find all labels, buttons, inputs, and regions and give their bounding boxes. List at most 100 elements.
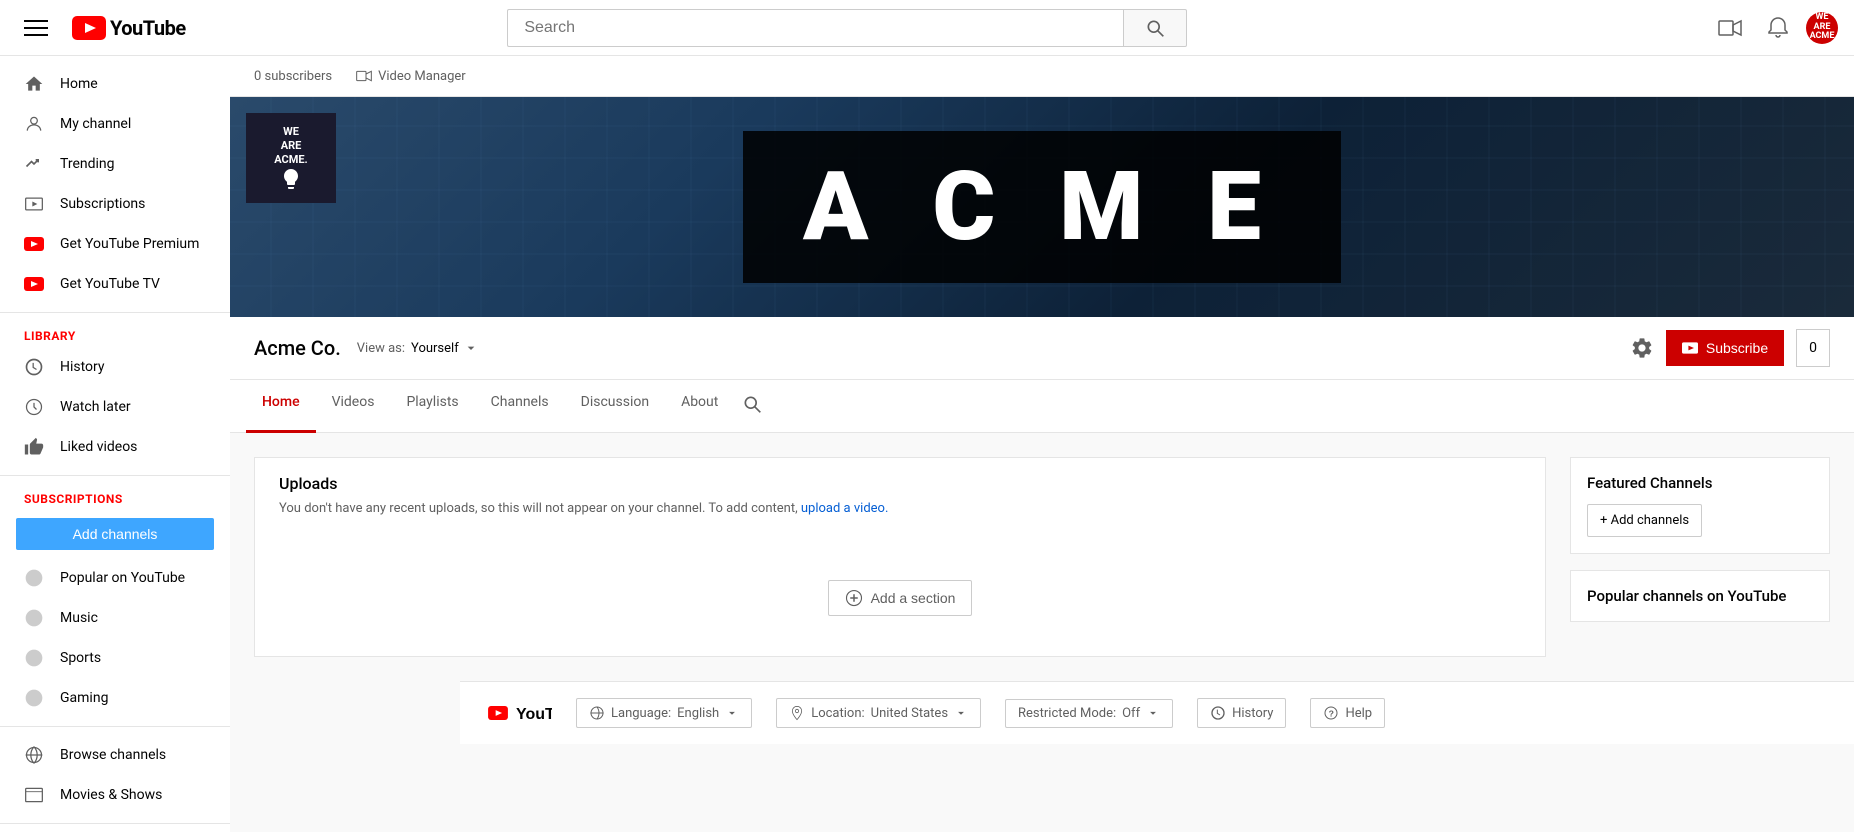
tab-about[interactable]: About bbox=[665, 380, 734, 433]
add-section-button[interactable]: Add a section bbox=[828, 580, 973, 616]
youtube-logo-text: YouTube bbox=[110, 16, 186, 40]
sidebar-yt-premium-label: Get YouTube Premium bbox=[60, 236, 199, 252]
camera-button[interactable] bbox=[1710, 8, 1750, 48]
sidebar-sports-label: Sports bbox=[60, 650, 101, 666]
sidebar-item-sports[interactable]: Sports bbox=[0, 638, 230, 678]
sidebar-item-popular[interactable]: Popular on YouTube bbox=[0, 558, 230, 598]
tab-channels[interactable]: Channels bbox=[475, 380, 565, 433]
clock-icon bbox=[24, 397, 44, 417]
search-bar bbox=[507, 9, 1187, 47]
avatar-button[interactable]: WE AREACME bbox=[1806, 12, 1838, 44]
tab-discussion[interactable]: Discussion bbox=[565, 380, 665, 433]
channel-settings-icon[interactable] bbox=[1630, 336, 1654, 360]
uploads-section: Uploads You don't have any recent upload… bbox=[254, 457, 1546, 657]
footer-location[interactable]: Location: United States bbox=[776, 698, 981, 728]
footer-yt-logo: YouTube bbox=[484, 703, 552, 723]
youtube-logo-icon bbox=[72, 16, 106, 40]
popular-icon bbox=[24, 568, 44, 588]
view-as-select[interactable]: Yourself bbox=[411, 340, 479, 356]
channel-info-bar: Acme Co. View as: Yourself bbox=[230, 317, 1854, 380]
location-label: Location: bbox=[811, 706, 864, 721]
channel-area: 0 subscribers Video Manager WE ARE ACME. bbox=[230, 56, 1854, 681]
search-icon bbox=[1145, 18, 1165, 38]
banner-logo-line2: ARE bbox=[281, 139, 302, 153]
channel-sidebar: Featured Channels + Add channels Popular… bbox=[1570, 457, 1830, 657]
footer-history[interactable]: History bbox=[1197, 698, 1286, 728]
channel-info-left: Acme Co. View as: Yourself bbox=[254, 336, 479, 360]
search-button[interactable] bbox=[1123, 9, 1187, 47]
sidebar-item-my-channel[interactable]: My channel bbox=[0, 104, 230, 144]
channel-header-bar: 0 subscribers Video Manager bbox=[230, 56, 1854, 97]
popular-channels-title: Popular channels on YouTube bbox=[1587, 587, 1813, 605]
sidebar-item-subscriptions[interactable]: Subscriptions bbox=[0, 184, 230, 224]
video-manager-text: Video Manager bbox=[378, 69, 466, 84]
location-chevron-icon bbox=[954, 706, 968, 720]
sidebar-watchlater-label: Watch later bbox=[60, 399, 131, 415]
sidebar-item-home[interactable]: Home bbox=[0, 64, 230, 104]
sidebar-library-section: LIBRARY History Watch later Liked videos bbox=[0, 313, 230, 476]
upload-video-link[interactable]: upload a video. bbox=[801, 501, 889, 516]
sidebar-item-gaming-bottom[interactable]: Gaming bbox=[0, 824, 230, 832]
banner-logo: WE ARE ACME. bbox=[246, 113, 336, 203]
sidebar-item-yt-tv[interactable]: Get YouTube TV bbox=[0, 264, 230, 304]
add-section-icon bbox=[845, 589, 863, 607]
browse-icon bbox=[24, 745, 44, 765]
subscriptions-title: SUBSCRIPTIONS bbox=[0, 484, 230, 510]
sidebar-item-watch-later[interactable]: Watch later bbox=[0, 387, 230, 427]
person-icon bbox=[24, 114, 44, 134]
subscribe-label: Subscribe bbox=[1706, 340, 1768, 356]
search-input[interactable] bbox=[507, 9, 1123, 47]
channel-info-right: Subscribe 0 bbox=[1630, 329, 1830, 367]
channel-name: Acme Co. bbox=[254, 336, 341, 360]
sidebar-trending-label: Trending bbox=[60, 156, 115, 172]
tab-search-icon[interactable] bbox=[734, 380, 770, 432]
channel-banner: WE ARE ACME. A C M E bbox=[230, 97, 1854, 317]
help-footer-label: Help bbox=[1345, 706, 1372, 721]
add-channels-link[interactable]: + Add channels bbox=[1587, 504, 1702, 537]
yt-tv-icon bbox=[24, 274, 44, 294]
home-icon bbox=[24, 74, 44, 94]
popular-channels-box: Popular channels on YouTube bbox=[1570, 570, 1830, 622]
trending-icon bbox=[24, 154, 44, 174]
uploads-empty-message: You don't have any recent uploads, so th… bbox=[279, 501, 798, 516]
add-channels-button[interactable]: Add channels bbox=[16, 518, 214, 550]
youtube-logo[interactable]: YouTube bbox=[72, 16, 186, 40]
menu-button[interactable] bbox=[16, 8, 56, 48]
sidebar-item-music[interactable]: Music bbox=[0, 598, 230, 638]
footer-help[interactable]: ? Help bbox=[1310, 698, 1385, 728]
uploads-empty-text: You don't have any recent uploads, so th… bbox=[279, 501, 1521, 516]
sidebar-history-label: History bbox=[60, 359, 105, 375]
tab-videos[interactable]: Videos bbox=[316, 380, 391, 433]
sidebar-item-browse-channels[interactable]: Browse channels bbox=[0, 735, 230, 775]
help-icon: ? bbox=[1323, 705, 1339, 721]
video-manager-icon bbox=[356, 68, 372, 84]
notifications-button[interactable] bbox=[1758, 8, 1798, 48]
nav-right: WE AREACME bbox=[1710, 8, 1838, 48]
sidebar-item-liked-videos[interactable]: Liked videos bbox=[0, 427, 230, 467]
subscribers-count: 0 subscribers bbox=[254, 69, 332, 84]
svg-text:?: ? bbox=[1329, 708, 1334, 718]
uploads-title: Uploads bbox=[279, 474, 1521, 493]
video-manager-link[interactable]: Video Manager bbox=[356, 68, 466, 84]
subscribe-button[interactable]: Subscribe bbox=[1666, 330, 1784, 366]
restricted-chevron-icon bbox=[1146, 706, 1160, 720]
tab-home[interactable]: Home bbox=[246, 380, 316, 433]
footer-restricted-mode[interactable]: Restricted Mode: Off bbox=[1005, 699, 1173, 728]
add-section-wrapper: Add a section bbox=[279, 540, 1521, 640]
lightbulb-icon bbox=[279, 167, 303, 191]
main-content: 0 subscribers Video Manager WE ARE ACME. bbox=[230, 56, 1854, 832]
movies-icon bbox=[24, 785, 44, 805]
sidebar-main-section: Home My channel Trending Subscriptions bbox=[0, 56, 230, 313]
sidebar-item-trending[interactable]: Trending bbox=[0, 144, 230, 184]
history-icon bbox=[24, 357, 44, 377]
sidebar-item-gaming[interactable]: Gaming bbox=[0, 678, 230, 718]
sidebar-item-movies-shows[interactable]: Movies & Shows bbox=[0, 775, 230, 815]
footer: YouTube Language: English Location: bbox=[460, 681, 1854, 744]
gaming-icon bbox=[24, 688, 44, 708]
footer-language[interactable]: Language: English bbox=[576, 698, 752, 728]
sidebar-item-yt-premium[interactable]: Get YouTube Premium bbox=[0, 224, 230, 264]
sidebar-browse-section: Browse channels Movies & Shows bbox=[0, 727, 230, 824]
tab-playlists[interactable]: Playlists bbox=[390, 380, 474, 433]
sidebar-mychannel-label: My channel bbox=[60, 116, 131, 132]
sidebar-item-history[interactable]: History bbox=[0, 347, 230, 387]
